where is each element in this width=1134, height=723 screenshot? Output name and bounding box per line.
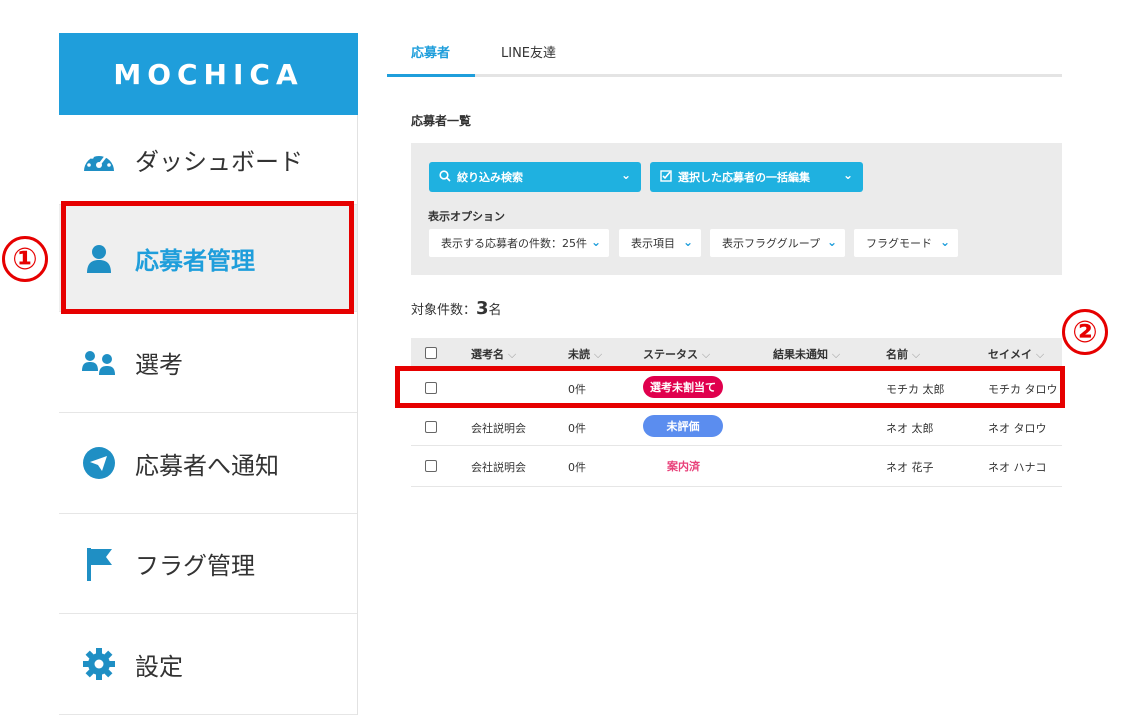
section-title: 応募者一覧 bbox=[411, 114, 472, 128]
table-row[interactable]: 会社説明会 0件 未評価 ネオ 太郎 ネオ タロウ bbox=[411, 407, 1062, 446]
table-row[interactable]: 0件 選考未割当て モチカ 太郎 モチカ タロウ bbox=[411, 368, 1062, 407]
row-checkbox[interactable] bbox=[425, 421, 437, 433]
tab-active-indicator bbox=[387, 74, 475, 77]
cell-selection: 会社説明会 bbox=[471, 422, 526, 435]
annotation-marker-1: ① bbox=[2, 236, 48, 282]
per-page-select[interactable]: 表示する応募者の件数：25件 ⌄ bbox=[429, 229, 609, 257]
cell-name[interactable]: ネオ 花子 bbox=[886, 459, 934, 475]
chevron-down-icon: ⌄ bbox=[939, 235, 950, 249]
chevron-down-icon: ⌄ bbox=[826, 235, 837, 249]
annotation-marker-2: ② bbox=[1062, 309, 1108, 355]
column-header-label: ステータス bbox=[643, 348, 698, 361]
sidebar-item-flags[interactable]: フラグ管理 bbox=[59, 514, 357, 614]
chevron-down-icon: ⌄ bbox=[590, 235, 601, 249]
sidebar-item-label: 設定 bbox=[135, 652, 183, 681]
paper-plane-icon bbox=[81, 445, 117, 481]
select-all-checkbox[interactable] bbox=[425, 347, 437, 359]
cell-name[interactable]: モチカ 太郎 bbox=[886, 381, 945, 397]
flag-mode-select[interactable]: フラグモード ⌄ bbox=[854, 229, 958, 257]
tab-bar-divider bbox=[387, 74, 1062, 77]
filter-search-label: 絞り込み検索 bbox=[457, 171, 523, 184]
sidebar-item-label: フラグ管理 bbox=[135, 552, 255, 580]
sidebar-item-label: ダッシュボード bbox=[135, 148, 303, 176]
chevron-down-icon: ⌄ bbox=[682, 235, 693, 249]
column-header-selection[interactable]: 選考名 ⌵ bbox=[471, 346, 516, 362]
tab-line-friends[interactable]: LINE友達 bbox=[501, 42, 556, 61]
flag-icon bbox=[81, 546, 117, 582]
status-text: 案内済 bbox=[667, 460, 700, 473]
column-header-kana[interactable]: セイメイ ⌵ bbox=[988, 346, 1044, 362]
row-checkbox[interactable] bbox=[425, 460, 437, 472]
display-columns-select[interactable]: 表示項目 ⌄ bbox=[619, 229, 701, 257]
chevron-down-icon: ⌄ bbox=[620, 168, 631, 182]
column-header-label: 名前 bbox=[886, 348, 908, 361]
status-badge: 選考未割当て bbox=[643, 376, 723, 398]
result-count: 対象件数：3名 bbox=[411, 298, 502, 319]
cell-kana: モチカ タロウ bbox=[988, 383, 1058, 396]
table-header: 選考名 ⌵ 未読 ⌵ ステータス ⌵ 結果未通知 ⌵ 名前 ⌵ セイメイ ⌵ bbox=[411, 338, 1062, 368]
column-header-status[interactable]: ステータス ⌵ bbox=[643, 346, 710, 362]
bulk-edit-label: 選択した応募者の一括編集 bbox=[678, 171, 810, 184]
cell-kana: ネオ ハナコ bbox=[988, 461, 1047, 474]
chevron-down-icon: ⌄ bbox=[842, 168, 853, 182]
column-header-name[interactable]: 名前 ⌵ bbox=[886, 346, 920, 362]
cell-kana: ネオ タロウ bbox=[988, 422, 1047, 435]
sort-chevron-icon: ⌵ bbox=[1035, 348, 1045, 361]
cell-unread: 0件 bbox=[568, 383, 586, 396]
sidebar-item-label: 選考 bbox=[135, 350, 183, 379]
sidebar-item-label: 応募者へ通知 bbox=[135, 451, 279, 480]
cell-unread: 0件 bbox=[568, 461, 586, 474]
flag-group-select[interactable]: 表示フラググループ ⌄ bbox=[710, 229, 845, 257]
bulk-edit-button[interactable]: 選択した応募者の一括編集 ⌄ bbox=[650, 162, 863, 192]
sort-chevron-icon: ⌵ bbox=[593, 348, 603, 361]
column-header-label: 選考名 bbox=[471, 348, 504, 361]
cell-unread: 0件 bbox=[568, 422, 586, 435]
group-icon bbox=[81, 344, 117, 380]
filter-search-button[interactable]: 絞り込み検索 ⌄ bbox=[429, 162, 641, 192]
sidebar-item-dashboard[interactable]: ダッシュボード bbox=[59, 115, 357, 205]
sidebar-item-selection[interactable]: 選考 bbox=[59, 312, 357, 413]
result-count-suffix: 名 bbox=[488, 303, 502, 318]
table-row[interactable]: 会社説明会 0件 案内済 ネオ 花子 ネオ ハナコ bbox=[411, 446, 1062, 487]
status-badge: 未評価 bbox=[643, 415, 723, 437]
checkbox-edit-icon bbox=[660, 169, 672, 185]
column-header-label: 結果未通知 bbox=[773, 348, 828, 361]
app-logo[interactable]: MOCHICA bbox=[59, 33, 358, 115]
sidebar-item-notify[interactable]: 応募者へ通知 bbox=[59, 413, 357, 514]
sidebar: ダッシュボード 応募者管理 選考 応募者へ通知 フラグ管理 設定 bbox=[59, 115, 358, 715]
column-header-label: セイメイ bbox=[988, 348, 1032, 361]
flag-group-label: 表示フラググループ bbox=[722, 237, 821, 250]
sort-chevron-icon: ⌵ bbox=[507, 348, 517, 361]
sidebar-item-label: 応募者管理 bbox=[135, 246, 255, 275]
cell-name[interactable]: ネオ 太郎 bbox=[886, 420, 934, 436]
sort-chevron-icon: ⌵ bbox=[701, 348, 711, 361]
sidebar-item-applicants[interactable]: 応募者管理 bbox=[59, 205, 357, 312]
tab-applicants[interactable]: 応募者 bbox=[411, 42, 450, 61]
sidebar-item-settings[interactable]: 設定 bbox=[59, 614, 357, 715]
result-count-value: 3 bbox=[476, 298, 489, 319]
row-checkbox[interactable] bbox=[425, 382, 437, 394]
column-header-label: 未読 bbox=[568, 348, 590, 361]
search-icon bbox=[439, 169, 451, 185]
dashboard-gauge-icon bbox=[81, 142, 117, 178]
sort-chevron-icon: ⌵ bbox=[911, 348, 921, 361]
cell-selection: 会社説明会 bbox=[471, 461, 526, 474]
per-page-label: 表示する応募者の件数：25件 bbox=[441, 237, 587, 250]
flag-mode-label: フラグモード bbox=[866, 237, 932, 250]
display-options-label: 表示オプション bbox=[428, 210, 505, 223]
column-header-unread[interactable]: 未読 ⌵ bbox=[568, 346, 602, 362]
display-columns-label: 表示項目 bbox=[631, 237, 675, 250]
column-header-result[interactable]: 結果未通知 ⌵ bbox=[773, 346, 840, 362]
sort-chevron-icon: ⌵ bbox=[831, 348, 841, 361]
person-icon bbox=[81, 240, 117, 276]
result-count-prefix: 対象件数： bbox=[411, 303, 477, 318]
gear-icon bbox=[81, 646, 117, 682]
